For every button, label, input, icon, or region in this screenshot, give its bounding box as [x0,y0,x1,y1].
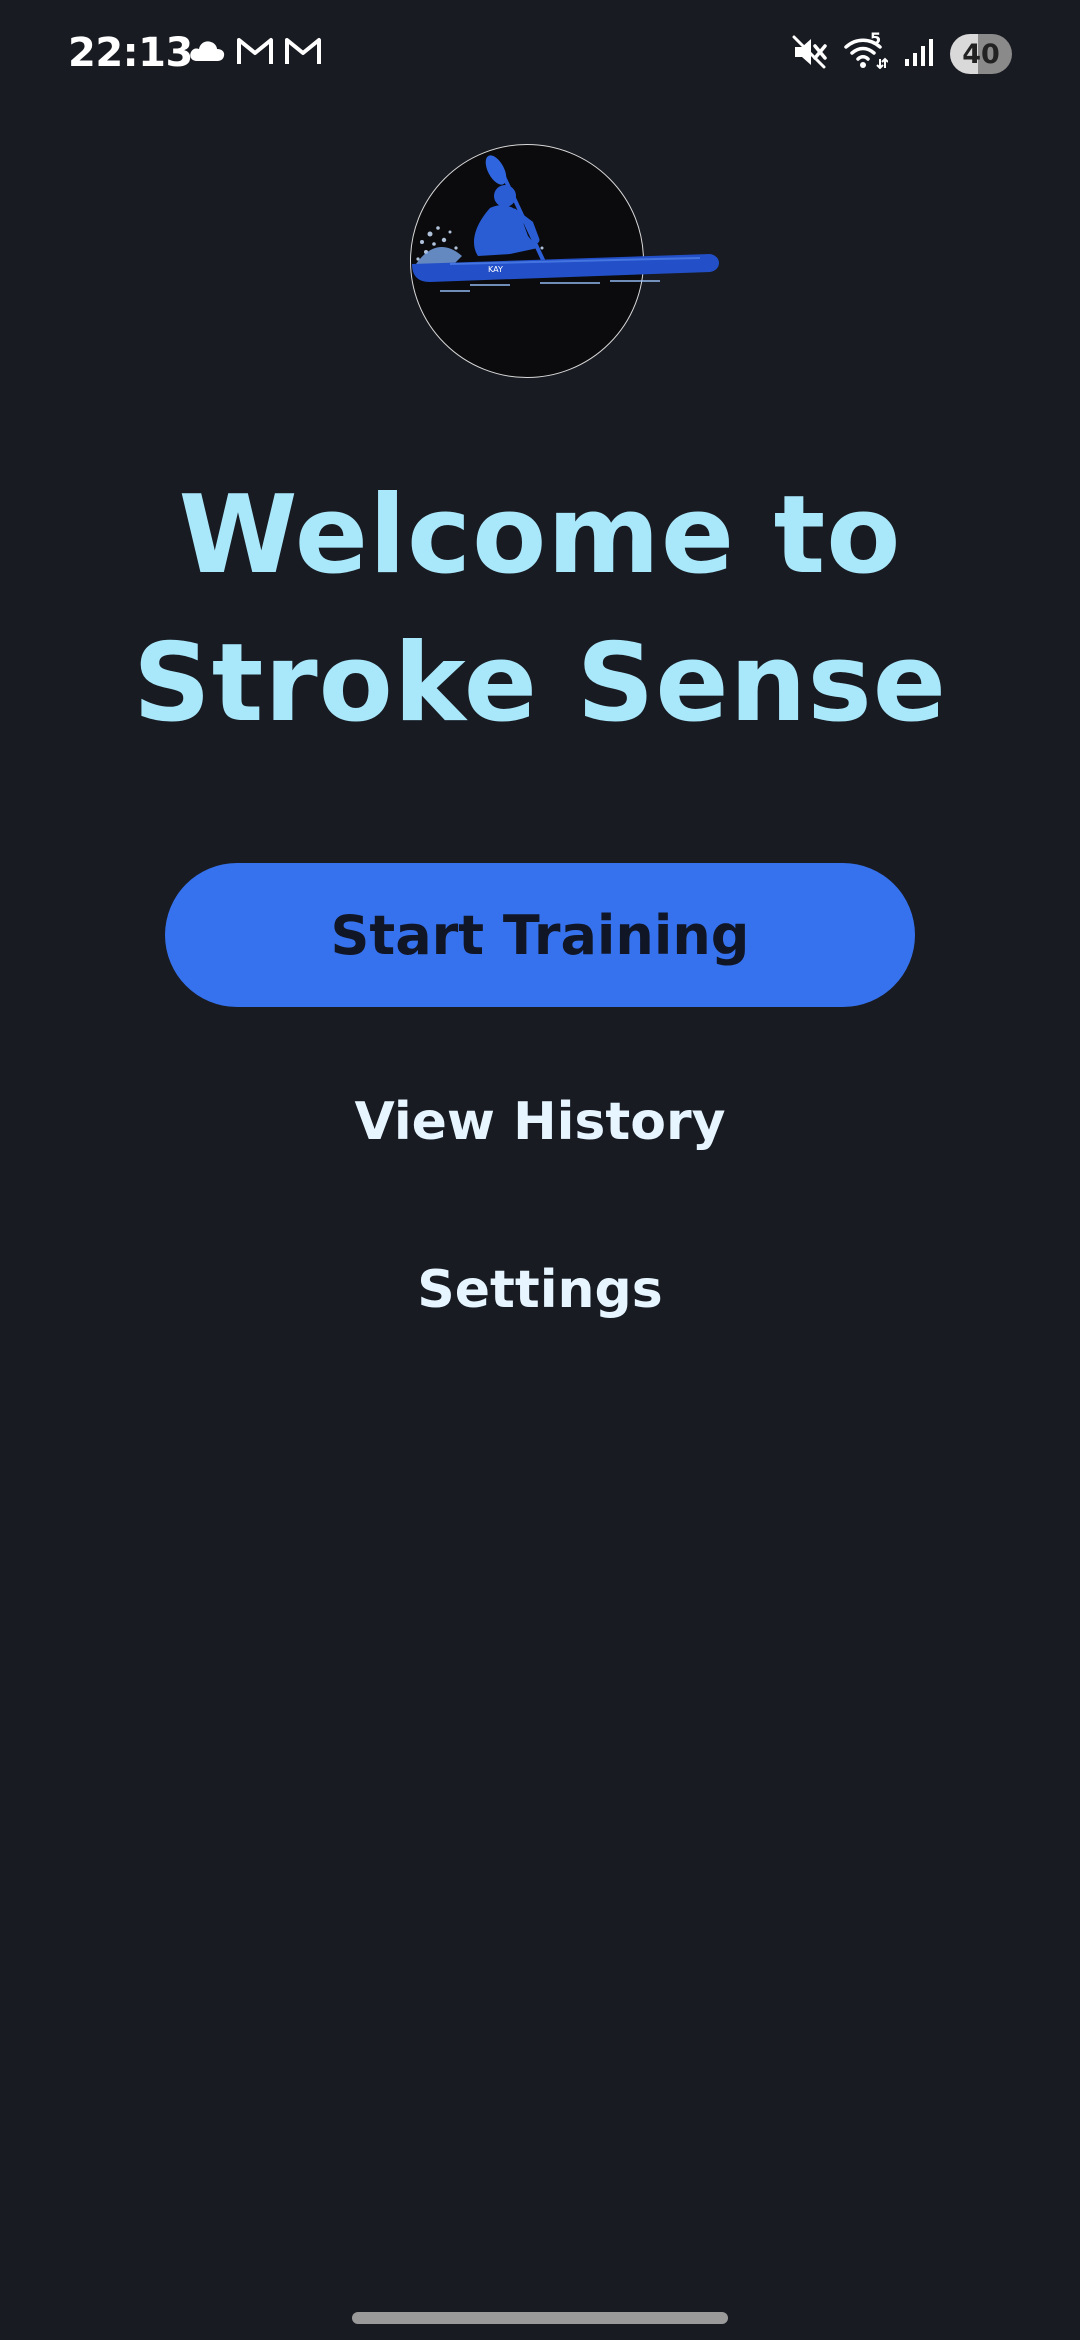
wifi-icon: 5 [844,29,889,73]
gmail-icon [284,36,322,70]
home-screen: 22:13 5 40 KAY Welcome to Stroke Sense S… [0,0,1080,2340]
status-bar: 22:13 5 40 [0,0,1080,110]
notification-icons [188,36,322,70]
welcome-line-2: Stroke Sense [132,621,948,746]
view-history-button[interactable]: View History [290,1072,790,1172]
app-logo: KAY [410,144,719,378]
status-time: 22:13 [68,30,193,76]
boat-text: KAY [488,265,503,274]
kayaker-logo-icon: KAY [412,155,719,292]
signal-icon [904,37,934,71]
gmail-icon [236,36,274,70]
settings-button[interactable]: Settings [290,1240,790,1340]
system-icons: 5 40 [792,29,1012,74]
start-training-button[interactable]: Start Training [165,863,915,1007]
mute-icon [792,35,828,73]
home-indicator[interactable] [352,2312,728,2324]
wifi-badge: 5 [870,29,882,48]
battery-indicator: 40 [950,34,1012,74]
cloud-icon [188,37,226,69]
welcome-title: Welcome to Stroke Sense [0,462,1080,758]
welcome-line-1: Welcome to [178,473,902,598]
